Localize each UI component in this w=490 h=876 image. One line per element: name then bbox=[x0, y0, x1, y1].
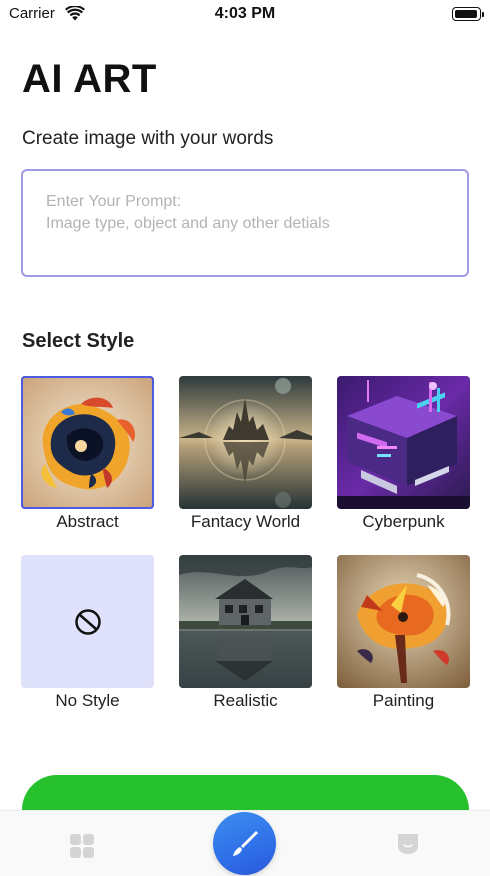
select-style-heading: Select Style bbox=[22, 330, 135, 352]
painting-thumbnail[interactable] bbox=[337, 555, 470, 688]
style-label-abstract: Abstract bbox=[56, 512, 119, 531]
prompt-field bbox=[21, 169, 469, 277]
style-label-fantacy-world: Fantacy World bbox=[190, 512, 301, 531]
no-style-thumbnail[interactable] bbox=[21, 555, 154, 688]
prompt-input[interactable] bbox=[23, 171, 467, 275]
brush-tab-button[interactable] bbox=[213, 812, 276, 875]
style-card-cyberpunk[interactable]: Cyberpunk bbox=[337, 376, 470, 532]
realistic-thumbnail[interactable] bbox=[179, 555, 312, 688]
cup-icon[interactable] bbox=[396, 832, 420, 861]
subtitle: Create image with your words bbox=[22, 128, 274, 149]
brush-icon bbox=[232, 830, 258, 856]
style-card-fantacy-world[interactable]: Fantacy World bbox=[179, 376, 312, 532]
clock: 4:03 PM bbox=[214, 5, 276, 22]
app-title: AI ART bbox=[22, 57, 157, 101]
style-label-painting: Painting bbox=[372, 691, 435, 710]
style-label-realistic: Realistic bbox=[213, 691, 278, 710]
cyberpunk-thumbnail[interactable] bbox=[337, 376, 470, 509]
battery-icon bbox=[452, 7, 484, 21]
style-card-realistic[interactable]: Realistic bbox=[179, 555, 312, 711]
style-card-painting[interactable]: Painting bbox=[337, 555, 470, 711]
style-label-cyberpunk: Cyberpunk bbox=[362, 512, 445, 531]
style-card-no-style[interactable]: No Style bbox=[21, 555, 154, 711]
style-card-abstract[interactable]: Abstract bbox=[21, 376, 154, 532]
abstract-thumbnail[interactable] bbox=[21, 376, 154, 509]
status-bar: Carrier 4:03 PM bbox=[0, 0, 490, 30]
prohibited-icon bbox=[74, 608, 101, 635]
style-label-no-style: No Style bbox=[55, 691, 120, 710]
grid-icon[interactable] bbox=[70, 834, 94, 858]
fantacy-world-thumbnail[interactable] bbox=[179, 376, 312, 509]
